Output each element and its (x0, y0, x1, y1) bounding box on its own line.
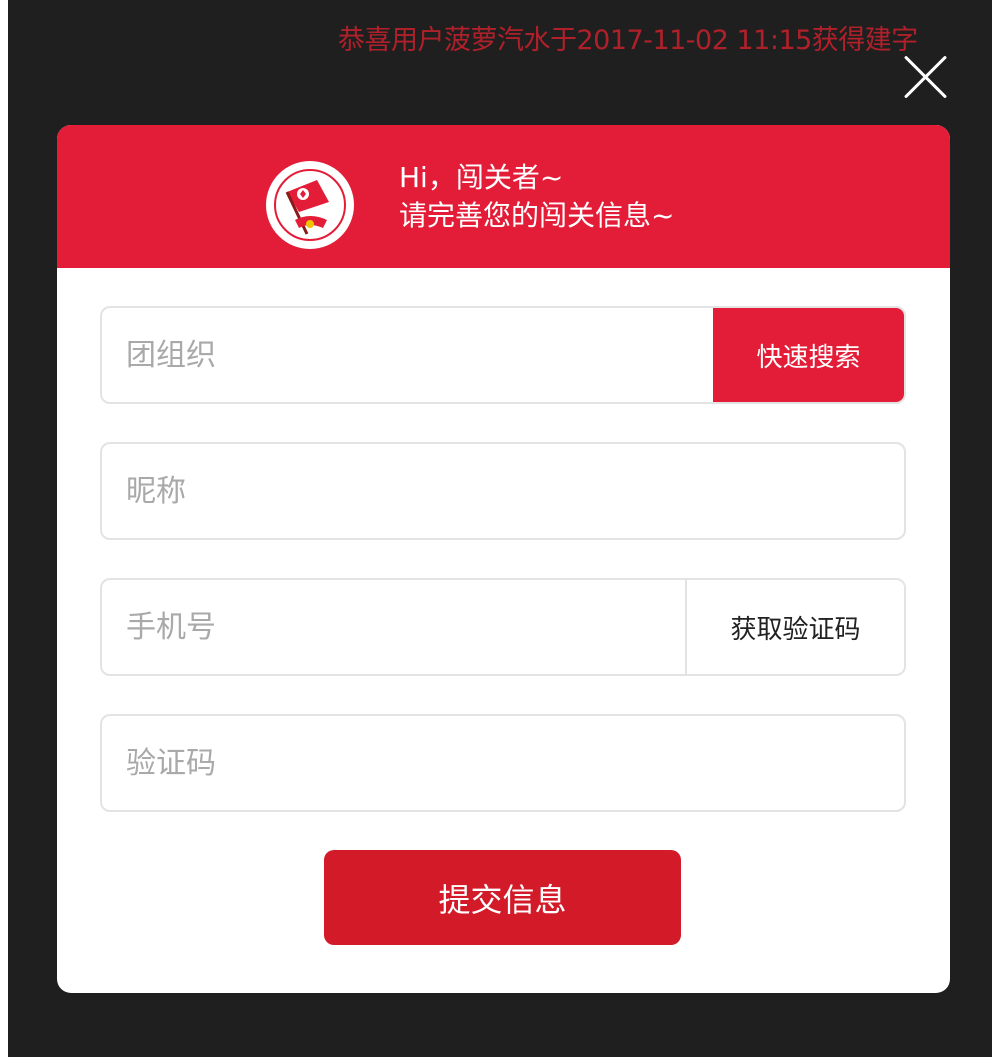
nickname-field (100, 442, 906, 540)
phone-field: 获取验证码 (100, 578, 906, 676)
decorative-shapes (393, 1027, 633, 1057)
greeting: Hi，闯关者~ 请完善您的闯关信息~ (399, 159, 674, 235)
phone-input[interactable] (102, 580, 685, 674)
close-icon[interactable] (900, 52, 950, 102)
greeting-line-2: 请完善您的闯关信息~ (399, 199, 675, 232)
submit-button[interactable]: 提交信息 (324, 850, 681, 945)
registration-modal: Hi，闯关者~ 请完善您的闯关信息~ 快速搜索 获取验证码 提交信息 (57, 125, 950, 993)
code-input[interactable] (102, 716, 904, 810)
quick-search-button[interactable]: 快速搜索 (713, 308, 904, 402)
code-field (100, 714, 906, 812)
app-screen: 恭喜用户菠萝汽水于2017-11-02 11:15获得建字 Hi，闯关者~ 请完… (8, 0, 992, 1057)
nickname-input[interactable] (102, 444, 904, 538)
league-emblem-icon (266, 161, 354, 249)
organization-input[interactable] (102, 308, 713, 402)
get-code-button[interactable]: 获取验证码 (685, 580, 904, 674)
organization-field: 快速搜索 (100, 306, 906, 404)
greeting-line-1: Hi，闯关者~ (399, 161, 564, 194)
winner-notification: 恭喜用户菠萝汽水于2017-11-02 11:15获得建字 (338, 25, 918, 56)
modal-header: Hi，闯关者~ 请完善您的闯关信息~ (57, 125, 950, 268)
